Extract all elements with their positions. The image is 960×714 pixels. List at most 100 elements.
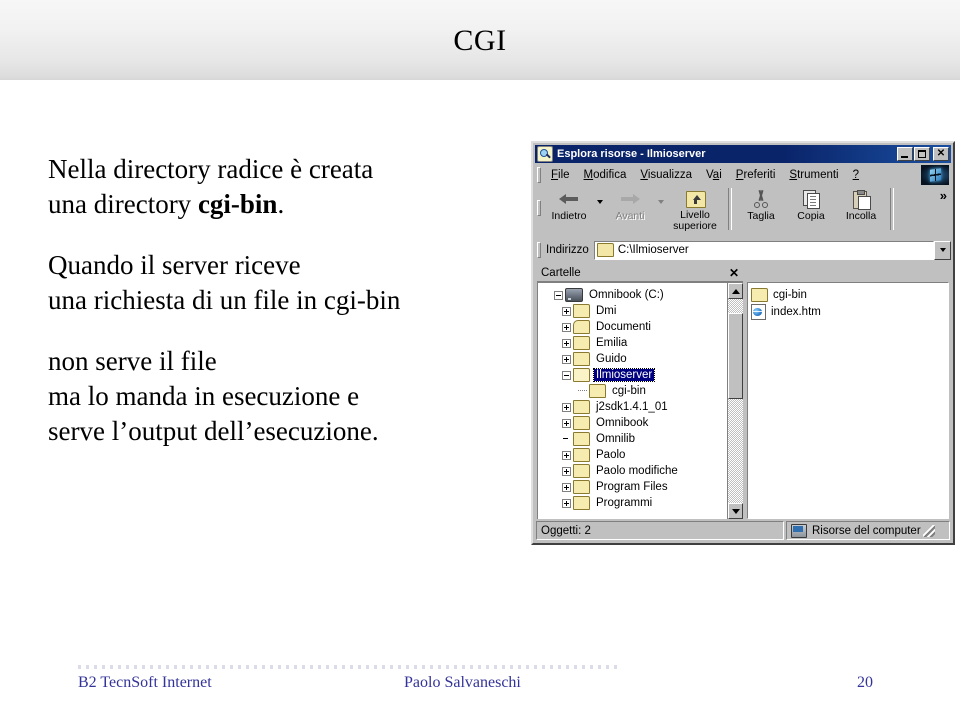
- file-list-item-index-htm[interactable]: index.htm: [751, 303, 948, 320]
- menu-item-strumenti[interactable]: Strumenti: [782, 167, 845, 183]
- toolbar-forward-dropdown[interactable]: [655, 186, 666, 232]
- folder-icon: [573, 400, 590, 414]
- body-line-2-bold: cgi-bin: [197, 189, 278, 219]
- drive-icon: [565, 288, 583, 302]
- toolbar-button-forward-label: Avanti: [615, 210, 645, 222]
- tree-item-omnibook-c[interactable]: Omnibook (C:): [540, 287, 727, 303]
- toolbar-separator: [728, 188, 732, 230]
- status-zone-label: Risorse del computer: [812, 524, 921, 537]
- toolbar-grip-handle[interactable]: [537, 200, 541, 216]
- tree-item-label: Emilia: [596, 337, 628, 349]
- windows-logo-icon: [921, 165, 949, 185]
- explorer-menu-bar: File Modifica Visualizza Vai Preferiti S…: [535, 164, 951, 186]
- collapse-toggle-icon[interactable]: [554, 290, 563, 300]
- tree-item-label: Omnibook (C:): [589, 289, 664, 301]
- body-paragraph-2: Quando il server riceve una richiesta di…: [48, 248, 518, 318]
- expand-toggle-icon[interactable]: [562, 338, 571, 348]
- slide-body-text: Nella directory radice è creata una dire…: [48, 152, 518, 449]
- folder-tree-scrollbar[interactable]: [727, 283, 743, 519]
- expand-toggle-icon[interactable]: [562, 322, 571, 332]
- file-list-item-cgi-bin[interactable]: cgi-bin: [751, 286, 948, 303]
- scrollbar-thumb[interactable]: [728, 313, 743, 399]
- tree-item-paolo[interactable]: Paolo: [540, 447, 727, 463]
- tree-item-label: Programmi: [596, 497, 653, 509]
- tree-item-label: Omnibook: [596, 417, 649, 429]
- tree-item-programmi[interactable]: Programmi: [540, 495, 727, 511]
- tree-item-program-files[interactable]: Program Files: [540, 479, 727, 495]
- toolbar-back-dropdown[interactable]: [594, 186, 605, 232]
- tree-item-paolo-modifiche[interactable]: Paolo modifiche: [540, 463, 727, 479]
- menu-item-preferiti[interactable]: Preferiti: [729, 167, 783, 183]
- expand-toggle-icon[interactable]: [562, 466, 571, 476]
- tree-item-label: Documenti: [596, 321, 651, 333]
- tree-item-guido[interactable]: Guido: [540, 351, 727, 367]
- body-line-1: Nella directory radice è creata: [48, 154, 374, 184]
- addressbar-grip-handle[interactable]: [537, 242, 541, 258]
- copy-pages-icon: [800, 189, 822, 209]
- tree-item-ilmioserver[interactable]: Ilmioserver: [540, 367, 727, 383]
- tree-connector: [578, 390, 587, 392]
- tree-item-label: Guido: [596, 353, 627, 365]
- address-dropdown-button[interactable]: [934, 240, 951, 260]
- expand-toggle-icon[interactable]: [562, 354, 571, 364]
- tree-item-emilia[interactable]: Emilia: [540, 335, 727, 351]
- up-one-level-icon: [684, 189, 706, 208]
- folder-icon: [573, 480, 590, 494]
- toolbar-button-cut[interactable]: Taglia: [736, 186, 786, 232]
- windows-explorer-window: Esplora risorse - Ilmioserver ✕ File Mod…: [531, 141, 955, 545]
- scroll-down-button[interactable]: [728, 503, 743, 519]
- tree-item-cgi-bin[interactable]: cgi-bin: [540, 383, 727, 399]
- menu-item-help[interactable]: ?: [846, 167, 866, 183]
- footer-course-label: B2 TecnSoft Internet: [78, 674, 212, 691]
- menu-item-file[interactable]: File: [544, 167, 577, 183]
- toolbar-button-up-level[interactable]: Livello superiore: [666, 186, 724, 232]
- tree-item-omnibook[interactable]: Omnibook: [540, 415, 727, 431]
- tree-item-label: j2sdk1.4.1_01: [596, 401, 668, 413]
- menu-item-modifica[interactable]: Modifica: [577, 167, 634, 183]
- folder-icon: [573, 416, 590, 430]
- open-folder-icon: [573, 368, 590, 382]
- status-zone-panel: Risorse del computer: [786, 521, 950, 540]
- toolbar-button-back[interactable]: Indietro: [544, 186, 594, 232]
- tree-item-dmi[interactable]: Dmi: [540, 303, 727, 319]
- menu-item-visualizza[interactable]: Visualizza: [633, 167, 699, 183]
- menu-item-vai[interactable]: Vai: [699, 167, 729, 183]
- close-icon[interactable]: ✕: [727, 267, 741, 279]
- folder-icon: [573, 304, 590, 318]
- expand-toggle-icon[interactable]: [562, 402, 571, 412]
- scrollbar-track[interactable]: [728, 399, 743, 503]
- toolbar-button-paste[interactable]: Incolla: [836, 186, 886, 232]
- clipboard-paste-icon: [850, 189, 872, 210]
- explorer-title-bar[interactable]: Esplora risorse - Ilmioserver ✕: [535, 145, 951, 163]
- expand-toggle-icon[interactable]: [562, 450, 571, 460]
- toolbar-button-up-level-label: Livello superiore: [673, 209, 717, 232]
- menubar-grip-handle[interactable]: [537, 167, 541, 183]
- tree-item-j2sdk[interactable]: j2sdk1.4.1_01: [540, 399, 727, 415]
- footer-author-label: Paolo Salvaneschi: [404, 674, 521, 691]
- toolbar-separator-2: [890, 188, 894, 230]
- toolbar-button-forward[interactable]: Avanti: [605, 186, 655, 232]
- folder-icon: [573, 352, 590, 366]
- folder-tree: Omnibook (C:) Dmi Documenti Emilia Guido…: [538, 283, 727, 519]
- minimize-button[interactable]: [897, 147, 913, 161]
- expand-toggle-icon[interactable]: [562, 306, 571, 316]
- chevron-down-icon: [596, 200, 603, 204]
- close-button[interactable]: ✕: [933, 147, 949, 161]
- toolbar-overflow-button[interactable]: »: [940, 186, 951, 203]
- address-input[interactable]: C:\Ilmioserver: [593, 240, 934, 260]
- tree-item-documenti[interactable]: Documenti: [540, 319, 727, 335]
- explorer-panes: Cartelle ✕ Omnibook (C:) Dmi Documenti E…: [537, 264, 949, 519]
- resize-grip-icon[interactable]: [921, 525, 935, 537]
- expand-toggle-icon[interactable]: [562, 418, 571, 428]
- expand-toggle-icon[interactable]: [562, 498, 571, 508]
- tree-item-omnilib[interactable]: Omnilib: [540, 431, 727, 447]
- scroll-up-button[interactable]: [728, 283, 743, 299]
- toolbar-button-paste-label: Incolla: [845, 210, 877, 222]
- collapse-toggle-icon[interactable]: [562, 370, 571, 380]
- maximize-button[interactable]: [914, 147, 930, 161]
- file-list-pane[interactable]: cgi-bin index.htm: [747, 282, 949, 519]
- toolbar-button-copy[interactable]: Copia: [786, 186, 836, 232]
- expand-toggle-icon[interactable]: [562, 482, 571, 492]
- folders-pane-header: Cartelle ✕: [537, 264, 743, 282]
- maximize-icon: [918, 150, 926, 158]
